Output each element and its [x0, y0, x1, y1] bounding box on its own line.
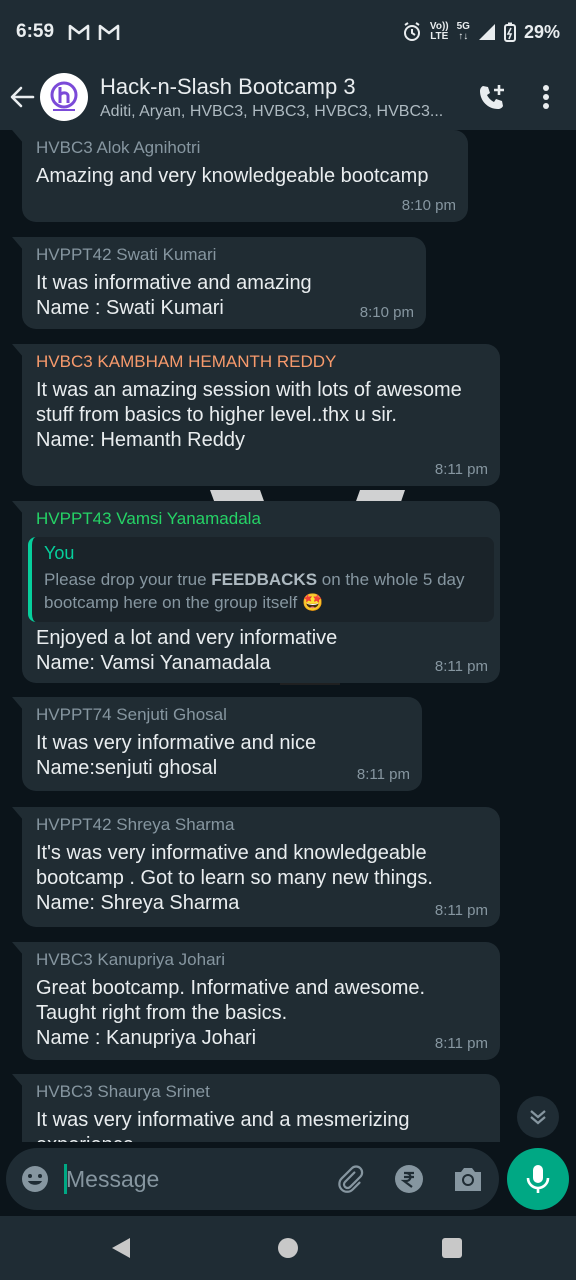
- chat-header: Hack-n-Slash Bootcamp 3 Aditi, Aryan, HV…: [0, 64, 576, 130]
- message-sender: HVPPT43 Vamsi Yanamadala: [36, 509, 261, 528]
- more-options-button[interactable]: [530, 77, 562, 117]
- message-bubble[interactable]: HVBC3 Alok Agnihotri Amazing and very kn…: [12, 130, 468, 222]
- nav-recents-icon[interactable]: [442, 1238, 462, 1258]
- message-composer: [6, 1148, 499, 1210]
- message-time: 8:11 pm: [356, 766, 410, 783]
- gmail-icon: [68, 24, 90, 40]
- nav-home-icon[interactable]: [278, 1238, 298, 1258]
- quoted-message[interactable]: You Please drop your true FEEDBACKS on t…: [28, 537, 494, 622]
- system-nav-bar: [0, 1216, 576, 1280]
- gmail-icon: [98, 24, 120, 40]
- message-time: 8:11 pm: [434, 658, 488, 675]
- 5g-indicator: 5G ↑↓: [456, 21, 470, 42]
- notification-icons: [68, 23, 120, 41]
- message-bubble[interactable]: HVBC3 Shaurya Srinet It was very informa…: [12, 1074, 500, 1142]
- message-bubble[interactable]: HVPPT42 Shreya Sharma It's was very info…: [12, 807, 500, 927]
- chat-title-block[interactable]: Hack-n-Slash Bootcamp 3 Aditi, Aryan, HV…: [100, 74, 468, 121]
- message-bubble[interactable]: HVPPT42 Swati Kumari It was informative …: [12, 237, 426, 329]
- emoji-icon[interactable]: [20, 1164, 50, 1194]
- message-bubble[interactable]: HVBC3 Kanupriya Johari Great bootcamp. I…: [12, 942, 500, 1060]
- microphone-icon: [526, 1165, 550, 1193]
- rupee-payment-icon[interactable]: [394, 1164, 424, 1194]
- paperclip-icon[interactable]: [334, 1164, 366, 1196]
- signal-icon: [478, 24, 495, 40]
- add-call-button[interactable]: [472, 77, 512, 117]
- message-sender: HVBC3 Kanupriya Johari: [36, 950, 225, 969]
- arrow-left-icon: [10, 86, 35, 108]
- status-right: Vo)) LTE 5G ↑↓ 29%: [402, 22, 560, 43]
- quoted-author: You: [44, 543, 75, 563]
- group-avatar[interactable]: [40, 73, 88, 121]
- message-bubble[interactable]: HVPPT74 Senjuti Ghosal It was very infor…: [12, 697, 422, 791]
- message-text: It was informative and amazing Name : Sw…: [36, 272, 312, 319]
- back-button[interactable]: [4, 67, 40, 127]
- message-bubble[interactable]: HVBC3 KAMBHAM HEMANTH REDDY It was an am…: [12, 344, 500, 486]
- message-sender: HVBC3 KAMBHAM HEMANTH REDDY: [36, 352, 337, 371]
- quoted-text: Please drop your true FEEDBACKS on the w…: [44, 570, 465, 612]
- message-bubble[interactable]: HVPPT43 Vamsi Yanamadala You Please drop…: [12, 501, 500, 683]
- group-members: Aditi, Aryan, HVBC3, HVBC3, HVBC3, HVBC3…: [100, 102, 444, 120]
- group-title: Hack-n-Slash Bootcamp 3: [100, 73, 356, 99]
- phone-plus-icon: [480, 85, 504, 109]
- scroll-to-bottom-button[interactable]: [517, 1096, 559, 1138]
- battery-icon: [503, 22, 516, 42]
- message-time: 8:11 pm: [434, 1035, 488, 1052]
- message-sender: HVPPT74 Senjuti Ghosal: [36, 705, 227, 724]
- message-text: It's was very informative and knowledgea…: [36, 842, 433, 914]
- message-time: 8:10 pm: [359, 304, 414, 321]
- nav-back-icon[interactable]: [110, 1236, 132, 1260]
- more-vert-icon: [543, 85, 549, 109]
- voice-record-button[interactable]: [507, 1148, 569, 1210]
- alarm-icon: [403, 22, 420, 41]
- message-list[interactable]: HVBC3 Alok Agnihotri Amazing and very kn…: [0, 130, 576, 1142]
- message-text: It was an amazing session with lots of a…: [36, 379, 462, 451]
- volte-indicator: Vo)) LTE: [429, 21, 449, 42]
- message-sender: HVBC3 Alok Agnihotri: [36, 138, 201, 157]
- message-sender: HVPPT42 Shreya Sharma: [36, 815, 235, 834]
- group-logo-icon: [50, 81, 78, 111]
- message-text: It was very informative and nice Name:se…: [36, 732, 317, 779]
- message-sender: HVBC3 Shaurya Srinet: [36, 1082, 210, 1101]
- message-text: Enjoyed a lot and very informative Name:…: [36, 627, 338, 674]
- message-input[interactable]: [66, 1158, 326, 1200]
- camera-icon[interactable]: [452, 1164, 484, 1194]
- message-time: 8:11 pm: [434, 902, 488, 919]
- status-time: 6:59: [16, 21, 55, 42]
- message-text: Great bootcamp. Informative and awesome.…: [36, 977, 426, 1049]
- double-chevron-down-icon: [530, 1110, 546, 1125]
- message-time: 8:10 pm: [401, 197, 456, 214]
- battery-percent: 29%: [523, 21, 560, 42]
- message-text: It was very informative and a mesmerizin…: [36, 1109, 410, 1142]
- message-time: 8:11 pm: [434, 461, 488, 478]
- status-bar: 6:59 Vo)) LTE 5G ↑↓ 29%: [0, 0, 576, 64]
- message-sender: HVPPT42 Swati Kumari: [36, 245, 217, 264]
- message-text: Amazing and very knowledgeable bootcamp: [36, 165, 429, 187]
